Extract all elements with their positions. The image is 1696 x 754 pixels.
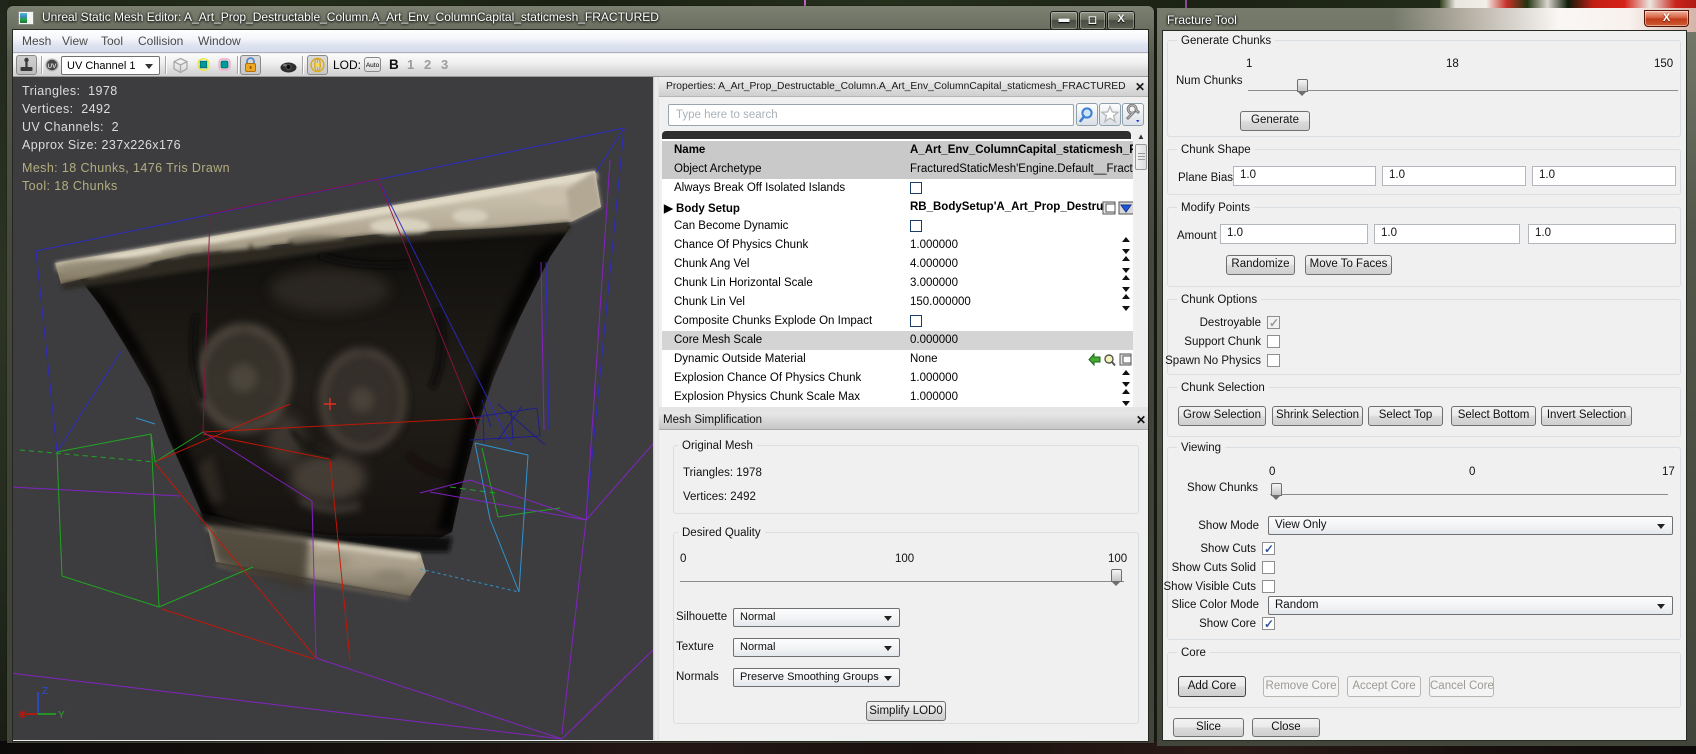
svg-text:Z: Z (42, 686, 48, 697)
svg-text:Y: Y (58, 710, 65, 721)
svg-text:❋: ❋ (18, 710, 26, 721)
svg-text:UV: UV (47, 63, 57, 70)
